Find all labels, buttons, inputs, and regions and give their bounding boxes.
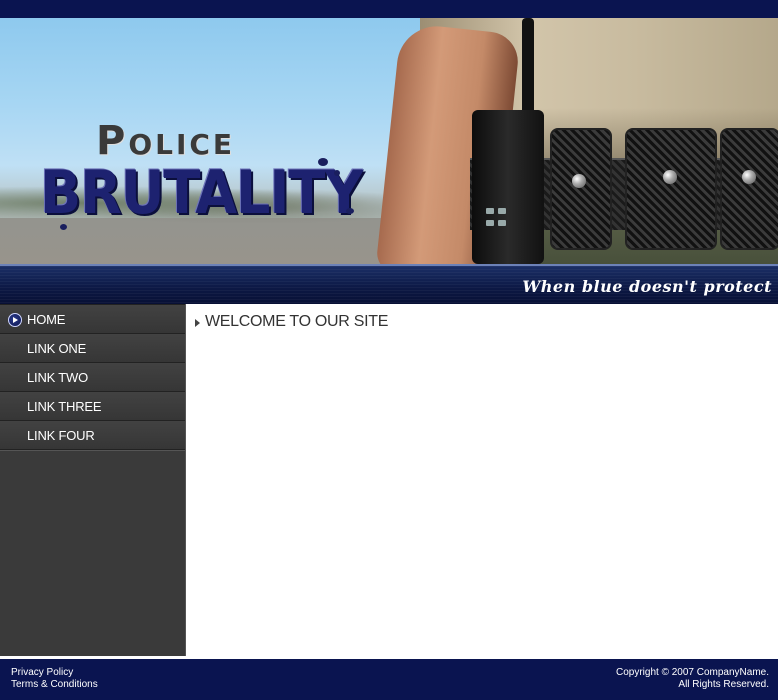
logo-splatter [346, 208, 354, 214]
footer: Privacy Policy Terms & Conditions Copyri… [0, 656, 778, 700]
nav-item-link-three[interactable]: LINK THREE [0, 392, 185, 421]
nav-label: LINK FOUR [27, 428, 95, 443]
radio-key [486, 220, 494, 226]
radio-key [486, 208, 494, 214]
radio-key [498, 220, 506, 226]
nav-item-home[interactable]: HOME [0, 304, 185, 334]
copyright-line: All Rights Reserved. [678, 679, 769, 690]
main-content: WELCOME TO OUR SITE [186, 304, 778, 656]
page-title: WELCOME TO OUR SITE [205, 313, 389, 330]
nav-item-link-one[interactable]: LINK ONE [0, 334, 185, 363]
pouch-snap [742, 170, 756, 184]
nav-item-link-four[interactable]: LINK FOUR [0, 421, 185, 450]
copyright: Copyright © 2007 CompanyName. All Rights… [616, 667, 769, 691]
nav-label: LINK TWO [27, 370, 89, 385]
top-bar [0, 0, 778, 18]
radio-key [498, 208, 506, 214]
belt-pouch [625, 128, 717, 250]
terms-link[interactable]: Terms & Conditions [11, 679, 98, 690]
radio-antenna [522, 18, 534, 118]
nav-label: LINK ONE [27, 341, 87, 356]
tagline-bar: When blue doesn't protect [0, 264, 778, 306]
sidebar-nav: HOME LINK ONE LINK TWO LINK THREE LINK F… [0, 304, 186, 656]
logo-splatter [60, 224, 67, 230]
active-bullet-icon [8, 313, 22, 327]
logo-splatter [318, 158, 328, 166]
header-banner: Police BRUTALITY [0, 18, 778, 264]
nav-item-link-two[interactable]: LINK TWO [0, 363, 185, 392]
pouch-snap [663, 170, 677, 184]
logo-brutality-text: BRUTALITY [40, 158, 363, 228]
nav-label: HOME [27, 312, 66, 327]
nav-label: LINK THREE [27, 399, 102, 414]
privacy-policy-link[interactable]: Privacy Policy [11, 667, 73, 678]
belt-pouch [720, 128, 778, 250]
copyright-line: Copyright © 2007 CompanyName. [616, 667, 769, 678]
arrow-right-icon [195, 319, 200, 327]
pouch-snap [572, 174, 586, 188]
belt-pouch [550, 128, 612, 250]
logo-splatter [334, 170, 340, 176]
tagline: When blue doesn't protect [522, 277, 772, 296]
police-radio [472, 110, 544, 264]
